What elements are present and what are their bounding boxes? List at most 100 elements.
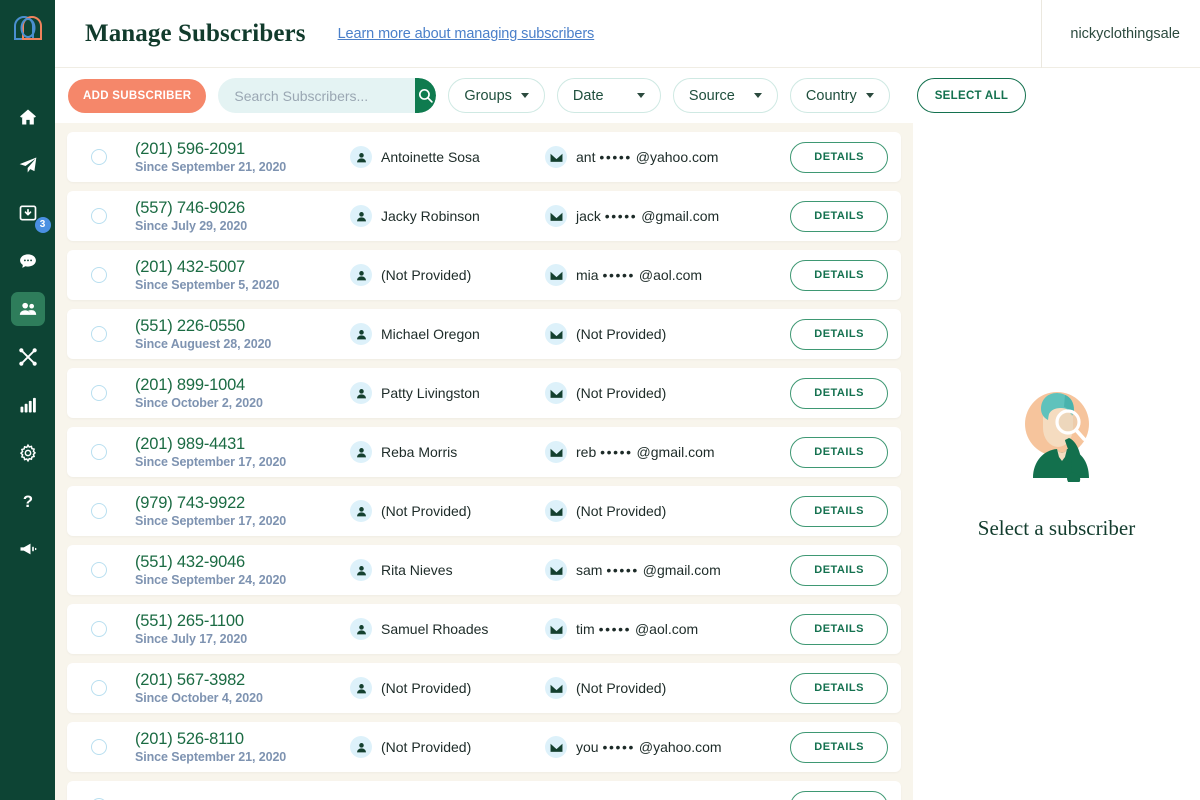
name-cell: (Not Provided) bbox=[350, 500, 545, 522]
person-icon bbox=[355, 328, 368, 341]
sidebar-item-subscribers[interactable] bbox=[11, 292, 45, 326]
subscriber-email: (Not Provided) bbox=[576, 326, 666, 342]
details-button[interactable]: DETAILS bbox=[790, 142, 888, 173]
email-chip bbox=[545, 323, 567, 345]
email-cell: reb ••••• @gmail.com bbox=[545, 441, 760, 463]
top-header: Manage Subscribers Learn more about mana… bbox=[55, 0, 1200, 68]
row-select-checkbox[interactable] bbox=[91, 149, 107, 165]
subscriber-list[interactable]: (201) 596-2091Since September 21, 2020An… bbox=[55, 123, 913, 800]
table-row[interactable]: (201) 899-1004Since October 2, 2020Patty… bbox=[67, 368, 901, 418]
subscribed-since: Since July 17, 2020 bbox=[135, 632, 350, 646]
search-submit-button[interactable] bbox=[415, 78, 436, 113]
phone-number[interactable]: (979) 743-9922 bbox=[135, 494, 350, 513]
phone-number[interactable]: (551) 432-9046 bbox=[135, 553, 350, 572]
table-row[interactable]: (Not Provided)DETAILS bbox=[67, 781, 901, 800]
sidebar-item-announcements[interactable] bbox=[11, 532, 45, 566]
phone-number[interactable]: (201) 899-1004 bbox=[135, 376, 350, 395]
details-button[interactable]: DETAILS bbox=[790, 496, 888, 527]
phone-number[interactable]: (201) 432-5007 bbox=[135, 258, 350, 277]
email-not-provided: (Not Provided) bbox=[576, 503, 666, 519]
phone-number[interactable]: (201) 567-3982 bbox=[135, 671, 350, 690]
row-select-checkbox[interactable] bbox=[91, 444, 107, 460]
person-avatar bbox=[350, 441, 372, 463]
row-select-checkbox[interactable] bbox=[91, 621, 107, 637]
phone-cell: (551) 432-9046Since September 24, 2020 bbox=[135, 553, 350, 588]
filter-date-button[interactable]: Date bbox=[557, 78, 661, 113]
search-box bbox=[218, 78, 436, 113]
learn-more-link[interactable]: Learn more about managing subscribers bbox=[338, 26, 595, 42]
table-row[interactable]: (201) 567-3982Since October 4, 2020 (Not … bbox=[67, 663, 901, 713]
email-mask-dots: ••••• bbox=[600, 444, 633, 460]
sidebar-item-help[interactable]: ? bbox=[11, 484, 45, 518]
filter-groups-button[interactable]: Groups bbox=[448, 78, 545, 113]
phone-number[interactable]: (551) 265-1100 bbox=[135, 612, 350, 631]
details-button[interactable]: DETAILS bbox=[790, 378, 888, 409]
details-button[interactable]: DETAILS bbox=[790, 732, 888, 763]
table-row[interactable]: (551) 226-0550Since Auguest 28, 2020 Mich… bbox=[67, 309, 901, 359]
row-select-checkbox[interactable] bbox=[91, 267, 107, 283]
search-input[interactable] bbox=[218, 78, 415, 113]
details-button[interactable]: DETAILS bbox=[790, 555, 888, 586]
envelope-icon bbox=[550, 506, 563, 517]
sidebar-item-messages[interactable] bbox=[11, 244, 45, 278]
row-select-checkbox[interactable] bbox=[91, 739, 107, 755]
details-button[interactable]: DETAILS bbox=[790, 437, 888, 468]
table-row[interactable]: (551) 265-1100Since July 17, 2020Samuel … bbox=[67, 604, 901, 654]
person-icon bbox=[355, 623, 368, 636]
envelope-icon bbox=[550, 683, 563, 694]
sidebar-item-settings[interactable] bbox=[11, 436, 45, 470]
filter-source-label: Source bbox=[689, 88, 735, 104]
details-button[interactable]: DETAILS bbox=[790, 614, 888, 645]
subscriber-name: Jacky Robinson bbox=[381, 208, 480, 224]
phone-number[interactable]: (201) 526-8110 bbox=[135, 730, 350, 749]
subscriber-name: Michael Oregon bbox=[381, 326, 480, 342]
envelope-icon bbox=[550, 565, 563, 576]
details-button[interactable]: DETAILS bbox=[790, 319, 888, 350]
filter-country-button[interactable]: Country bbox=[790, 78, 890, 113]
envelope-icon bbox=[550, 211, 563, 222]
table-row[interactable]: (551) 432-9046Since September 24, 2020Ri… bbox=[67, 545, 901, 595]
phone-number[interactable]: (557) 746-9026 bbox=[135, 199, 350, 218]
email-mask-dots: ••••• bbox=[599, 621, 632, 637]
subscribed-since: Since October 4, 2020 bbox=[135, 691, 350, 705]
table-row[interactable]: (201) 596-2091Since September 21, 2020An… bbox=[67, 132, 901, 182]
row-select-checkbox[interactable] bbox=[91, 562, 107, 578]
person-icon bbox=[355, 151, 368, 164]
details-button[interactable]: DETAILS bbox=[790, 201, 888, 232]
details-button[interactable]: DETAILS bbox=[790, 673, 888, 704]
sidebar-item-home[interactable] bbox=[11, 100, 45, 134]
details-button[interactable]: DETAILS bbox=[790, 791, 888, 800]
table-row[interactable]: (201) 432-5007Since September 5, 2020(No… bbox=[67, 250, 901, 300]
table-row[interactable]: (201) 526-8110Since September 21, 2020(N… bbox=[67, 722, 901, 772]
details-button[interactable]: DETAILS bbox=[790, 260, 888, 291]
email-mask-dots: ••••• bbox=[602, 739, 635, 755]
person-icon bbox=[355, 210, 368, 223]
phone-number[interactable]: (201) 989-4431 bbox=[135, 435, 350, 454]
account-menu[interactable]: nickyclothingsale bbox=[1041, 0, 1200, 68]
table-row[interactable]: (979) 743-9922Since September 17, 2020(N… bbox=[67, 486, 901, 536]
app-logo[interactable] bbox=[0, 0, 55, 55]
add-subscriber-button[interactable]: ADD SUBSCRIBER bbox=[68, 79, 206, 113]
sidebar-item-reports[interactable] bbox=[11, 388, 45, 422]
table-row[interactable]: (557) 746-9026Since July 29, 2020Jacky R… bbox=[67, 191, 901, 241]
phone-number[interactable]: (201) 596-2091 bbox=[135, 140, 350, 159]
chevron-down-icon bbox=[521, 93, 529, 98]
select-all-button[interactable]: SELECT ALL bbox=[917, 78, 1027, 113]
row-select-checkbox[interactable] bbox=[91, 680, 107, 696]
sidebar-item-inbox[interactable]: 3 bbox=[11, 196, 45, 230]
email-not-provided: (Not Provided) bbox=[576, 680, 666, 696]
table-row[interactable]: (201) 989-4431Since September 17, 2020Re… bbox=[67, 427, 901, 477]
filter-source-button[interactable]: Source bbox=[673, 78, 778, 113]
sidebar-item-campaigns[interactable] bbox=[11, 148, 45, 182]
phone-number[interactable]: (551) 226-0550 bbox=[135, 317, 350, 336]
sidebar-item-integrations[interactable] bbox=[11, 340, 45, 374]
person-avatar bbox=[350, 559, 372, 581]
row-select-checkbox[interactable] bbox=[91, 385, 107, 401]
person-avatar bbox=[350, 500, 372, 522]
row-select-checkbox[interactable] bbox=[91, 208, 107, 224]
subscriber-name: Reba Morris bbox=[381, 444, 457, 460]
email-domain: @gmail.com bbox=[641, 208, 719, 224]
subscribed-since: Since Auguest 28, 2020 bbox=[135, 337, 350, 351]
row-select-checkbox[interactable] bbox=[91, 503, 107, 519]
row-select-checkbox[interactable] bbox=[91, 326, 107, 342]
